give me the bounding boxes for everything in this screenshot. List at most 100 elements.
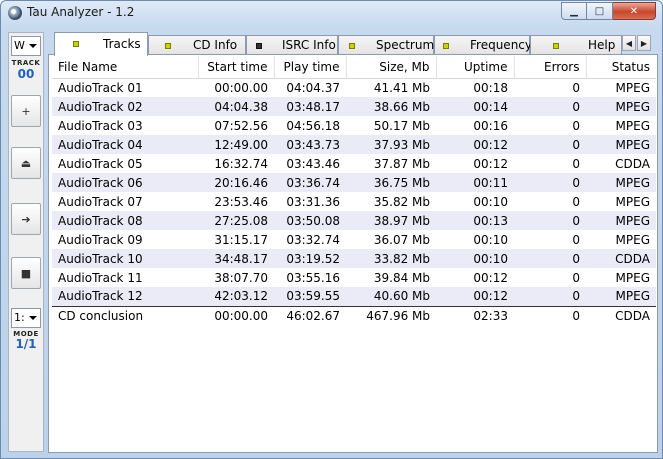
status-cell: MPEG	[586, 173, 656, 192]
table-row[interactable]: AudioTrack 12 42:03.12 03:59.55 40.60 Mb 00:…	[52, 287, 656, 306]
uptime-cell: 00:10	[473, 232, 508, 247]
start-time-cell: 07:52.56	[214, 118, 268, 133]
bottom-combo-value: 1:	[14, 311, 25, 324]
uptime-cell: 00:10	[473, 194, 508, 209]
tab-label: Frequency	[470, 38, 532, 52]
conclusion-size-cell: 467.96 Mb	[346, 305, 436, 325]
status-cell: MPEG	[586, 97, 656, 116]
tab-spectrum[interactable]: Spectrum	[338, 35, 434, 55]
table-row[interactable]: AudioTrack 07 23:53.46 03:31.36 35.82 Mb 00:…	[52, 192, 656, 211]
tracks-panel: File Name Start time Play time Size, Mb …	[48, 54, 658, 453]
play-button[interactable]: ➔	[11, 203, 41, 235]
errors-cell: 0	[514, 97, 586, 116]
file-name-cell: AudioTrack 03	[58, 118, 143, 133]
title-bar[interactable]: Tau Analyzer - 1.2 ▁ □ ✕	[1, 1, 662, 25]
start-time-cell: 12:49.00	[198, 135, 274, 154]
maximize-icon: □	[594, 5, 605, 17]
errors-cell: 0	[514, 211, 586, 230]
tab-isrc-info[interactable]: ISRC Info	[246, 35, 338, 55]
table-row[interactable]: AudioTrack 02 04:04.38 03:48.17 38.66 Mb 00:…	[52, 97, 656, 116]
play-time-cell: 03:50.08	[274, 211, 346, 230]
status-cell: MPEG	[615, 118, 650, 133]
column-header-uptime[interactable]: Uptime	[436, 56, 515, 79]
play-time-cell: 03:48.17	[274, 97, 346, 116]
status-cell: CDDA	[586, 249, 656, 268]
start-time-cell: 20:16.46	[198, 173, 274, 192]
file-name-cell: AudioTrack 12	[52, 287, 198, 306]
table-row[interactable]: AudioTrack 05 16:32.74 03:43.46 37.87 Mb 00:…	[52, 154, 656, 173]
tab-label: Spectrum	[376, 38, 435, 52]
table-row[interactable]: AudioTrack 11 38:07.70 03:55.16 39.84 Mb 00:…	[52, 268, 656, 287]
size-cell: 35.82 Mb	[373, 194, 430, 209]
table-row[interactable]: AudioTrack 06 20:16.46 03:36.74 36.75 Mb 00:…	[52, 173, 656, 192]
size-cell: 40.60 Mb	[346, 287, 436, 306]
status-led-icon	[73, 41, 79, 47]
maximize-button[interactable]: □	[587, 2, 613, 20]
uptime-cell: 00:12	[473, 270, 508, 285]
stop-button[interactable]: ■	[11, 257, 41, 289]
table-row[interactable]: AudioTrack 10 34:48.17 03:19.52 33.82 Mb 00:…	[52, 249, 656, 268]
tab-tracks[interactable]: Tracks	[54, 32, 148, 56]
conclusion-start-time-cell: 00:00.00	[198, 305, 274, 325]
file-name-cell: AudioTrack 02	[52, 97, 198, 116]
size-cell: 38.66 Mb	[346, 97, 436, 116]
column-header-errors[interactable]: Errors	[514, 56, 587, 79]
table-row[interactable]: AudioTrack 09 31:15.17 03:32.74 36.07 Mb 00:…	[52, 230, 656, 249]
conclusion-file-name-cell: CD conclusion	[52, 305, 198, 325]
tab-cd-info[interactable]: CD Info	[148, 35, 246, 55]
file-name-cell: AudioTrack 10	[52, 249, 198, 268]
start-time-cell: 23:53.46	[214, 194, 268, 209]
table-row[interactable]: AudioTrack 08 27:25.08 03:50.08 38.97 Mb 00:…	[52, 211, 656, 230]
play-time-cell: 03:43.46	[286, 156, 340, 171]
app-icon[interactable]	[8, 6, 22, 20]
status-led-icon	[256, 43, 262, 49]
minimize-button[interactable]: ▁	[561, 2, 587, 20]
file-name-cell: AudioTrack 04	[52, 135, 198, 154]
tab-scroll-left-button[interactable]: ◀	[622, 35, 636, 51]
tab-frequency[interactable]: Frequency	[434, 35, 532, 55]
status-led-icon	[165, 43, 171, 49]
bottom-combo[interactable]: 1:	[11, 308, 41, 328]
eject-button[interactable]: ⏏	[11, 147, 41, 179]
play-time-cell: 03:43.73	[274, 135, 346, 154]
status-led-icon	[443, 43, 449, 49]
chevron-left-icon: ◀	[625, 38, 633, 48]
close-button[interactable]: ✕	[613, 2, 656, 20]
size-cell: 33.82 Mb	[346, 249, 436, 268]
column-header-play-time[interactable]: Play time	[274, 56, 347, 79]
file-name-cell: AudioTrack 08	[52, 211, 198, 230]
uptime-cell: 00:11	[436, 173, 514, 192]
table-row[interactable]: AudioTrack 01 00:00.00 04:04.37 41.41 Mb 00:…	[52, 78, 656, 97]
chevron-down-icon[interactable]	[29, 44, 37, 48]
file-name-cell: AudioTrack 05	[58, 156, 143, 171]
status-led-icon	[553, 43, 559, 49]
size-cell: 41.41 Mb	[373, 80, 430, 95]
add-button[interactable]: +	[11, 95, 41, 127]
tab-scroll-right-button[interactable]: ▶	[637, 35, 651, 51]
conclusion-row[interactable]: CD conclusion 00:00.00 46:02.67 467.96 Mb 02…	[52, 305, 656, 325]
column-header-size[interactable]: Size, Mb	[346, 56, 437, 79]
table-body: AudioTrack 01 00:00.00 04:04.37 41.41 Mb 00:…	[52, 78, 656, 325]
play-time-cell: 03:55.16	[286, 270, 340, 285]
errors-cell: 0	[572, 80, 580, 95]
status-cell: MPEG	[615, 270, 650, 285]
table-row[interactable]: AudioTrack 04 12:49.00 03:43.73 37.93 Mb 00:…	[52, 135, 656, 154]
eject-icon: ⏏	[20, 156, 32, 170]
errors-cell: 0	[572, 270, 580, 285]
start-time-cell: 38:07.70	[214, 270, 268, 285]
uptime-cell: 00:12	[436, 135, 514, 154]
conclusion-status-cell: CDDA	[586, 305, 656, 325]
status-cell: MPEG	[586, 287, 656, 306]
track-label: TRACK	[11, 59, 41, 67]
errors-cell: 0	[514, 249, 586, 268]
tab-label: ISRC Info	[282, 38, 336, 52]
top-combo[interactable]: W	[11, 36, 41, 56]
column-header-start-time[interactable]: Start time	[198, 56, 275, 79]
tab-help[interactable]: Help	[530, 35, 622, 55]
table-row[interactable]: AudioTrack 03 07:52.56 04:56.18 50.17 Mb 00:…	[52, 116, 656, 135]
column-header-file-name[interactable]: File Name	[52, 56, 199, 79]
start-time-cell: 31:15.17	[214, 232, 268, 247]
chevron-down-icon[interactable]	[29, 316, 37, 320]
start-time-cell: 04:04.38	[198, 97, 274, 116]
column-header-status[interactable]: Status	[586, 56, 656, 79]
